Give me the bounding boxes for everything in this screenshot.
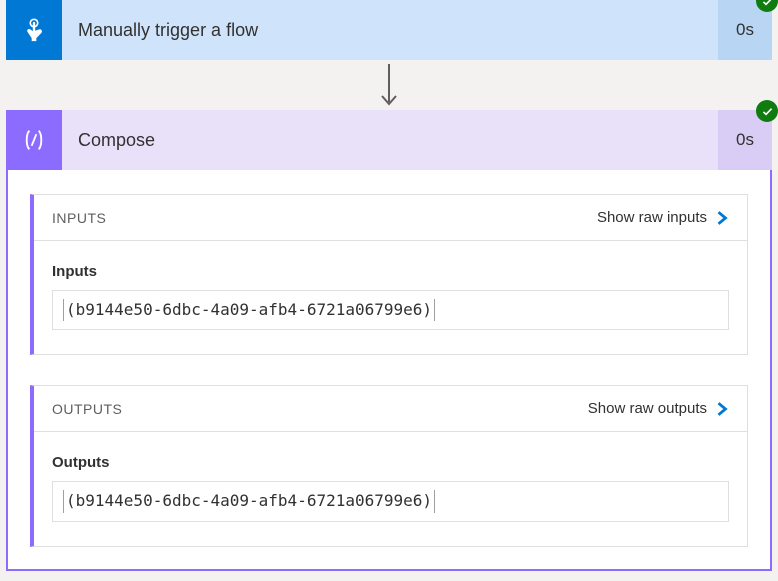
outputs-field-label: Outputs: [52, 454, 729, 471]
inputs-value-text: (b9144e50-6dbc-4a09-afb4-6721a06799e6): [63, 299, 435, 321]
inputs-header-title: INPUTS: [52, 210, 106, 226]
touch-icon: [20, 16, 48, 44]
show-raw-outputs-label: Show raw outputs: [588, 400, 707, 417]
outputs-section-body: Outputs (b9144e50-6dbc-4a09-afb4-6721a06…: [34, 432, 747, 545]
inputs-field-value: (b9144e50-6dbc-4a09-afb4-6721a06799e6): [52, 290, 729, 330]
outputs-section-header: OUTPUTS Show raw outputs: [34, 386, 747, 432]
show-raw-outputs-button[interactable]: Show raw outputs: [588, 400, 729, 417]
compose-body: INPUTS Show raw inputs Inputs (b9144e50-…: [6, 170, 772, 571]
compose-title: Compose: [62, 110, 718, 170]
inputs-field-label: Inputs: [52, 263, 729, 280]
show-raw-inputs-button[interactable]: Show raw inputs: [597, 209, 729, 226]
show-raw-inputs-label: Show raw inputs: [597, 209, 707, 226]
inputs-section-header: INPUTS Show raw inputs: [34, 195, 747, 241]
trigger-card[interactable]: Manually trigger a flow 0s: [6, 0, 772, 60]
inputs-section-body: Inputs (b9144e50-6dbc-4a09-afb4-6721a067…: [34, 241, 747, 354]
outputs-header-title: OUTPUTS: [52, 401, 122, 417]
data-operations-icon: [20, 126, 48, 154]
compose-card[interactable]: Compose 0s INPUTS Show raw inputs Inputs…: [6, 110, 772, 571]
outputs-section: OUTPUTS Show raw outputs Outputs (b9144e…: [30, 385, 748, 546]
chevron-right-icon: [715, 402, 729, 416]
checkmark-icon: [761, 0, 774, 8]
trigger-icon: [6, 0, 62, 60]
flow-arrow: [0, 60, 778, 110]
success-badge: [756, 100, 778, 122]
checkmark-icon: [761, 105, 774, 118]
outputs-field-value: (b9144e50-6dbc-4a09-afb4-6721a06799e6): [52, 481, 729, 521]
inputs-section: INPUTS Show raw inputs Inputs (b9144e50-…: [30, 194, 748, 355]
compose-header: Compose 0s: [6, 110, 772, 170]
chevron-right-icon: [715, 211, 729, 225]
outputs-value-text: (b9144e50-6dbc-4a09-afb4-6721a06799e6): [63, 490, 435, 512]
compose-icon: [6, 110, 62, 170]
trigger-title: Manually trigger a flow: [62, 0, 718, 60]
arrow-down-icon: [377, 62, 401, 108]
trigger-header: Manually trigger a flow 0s: [6, 0, 772, 60]
